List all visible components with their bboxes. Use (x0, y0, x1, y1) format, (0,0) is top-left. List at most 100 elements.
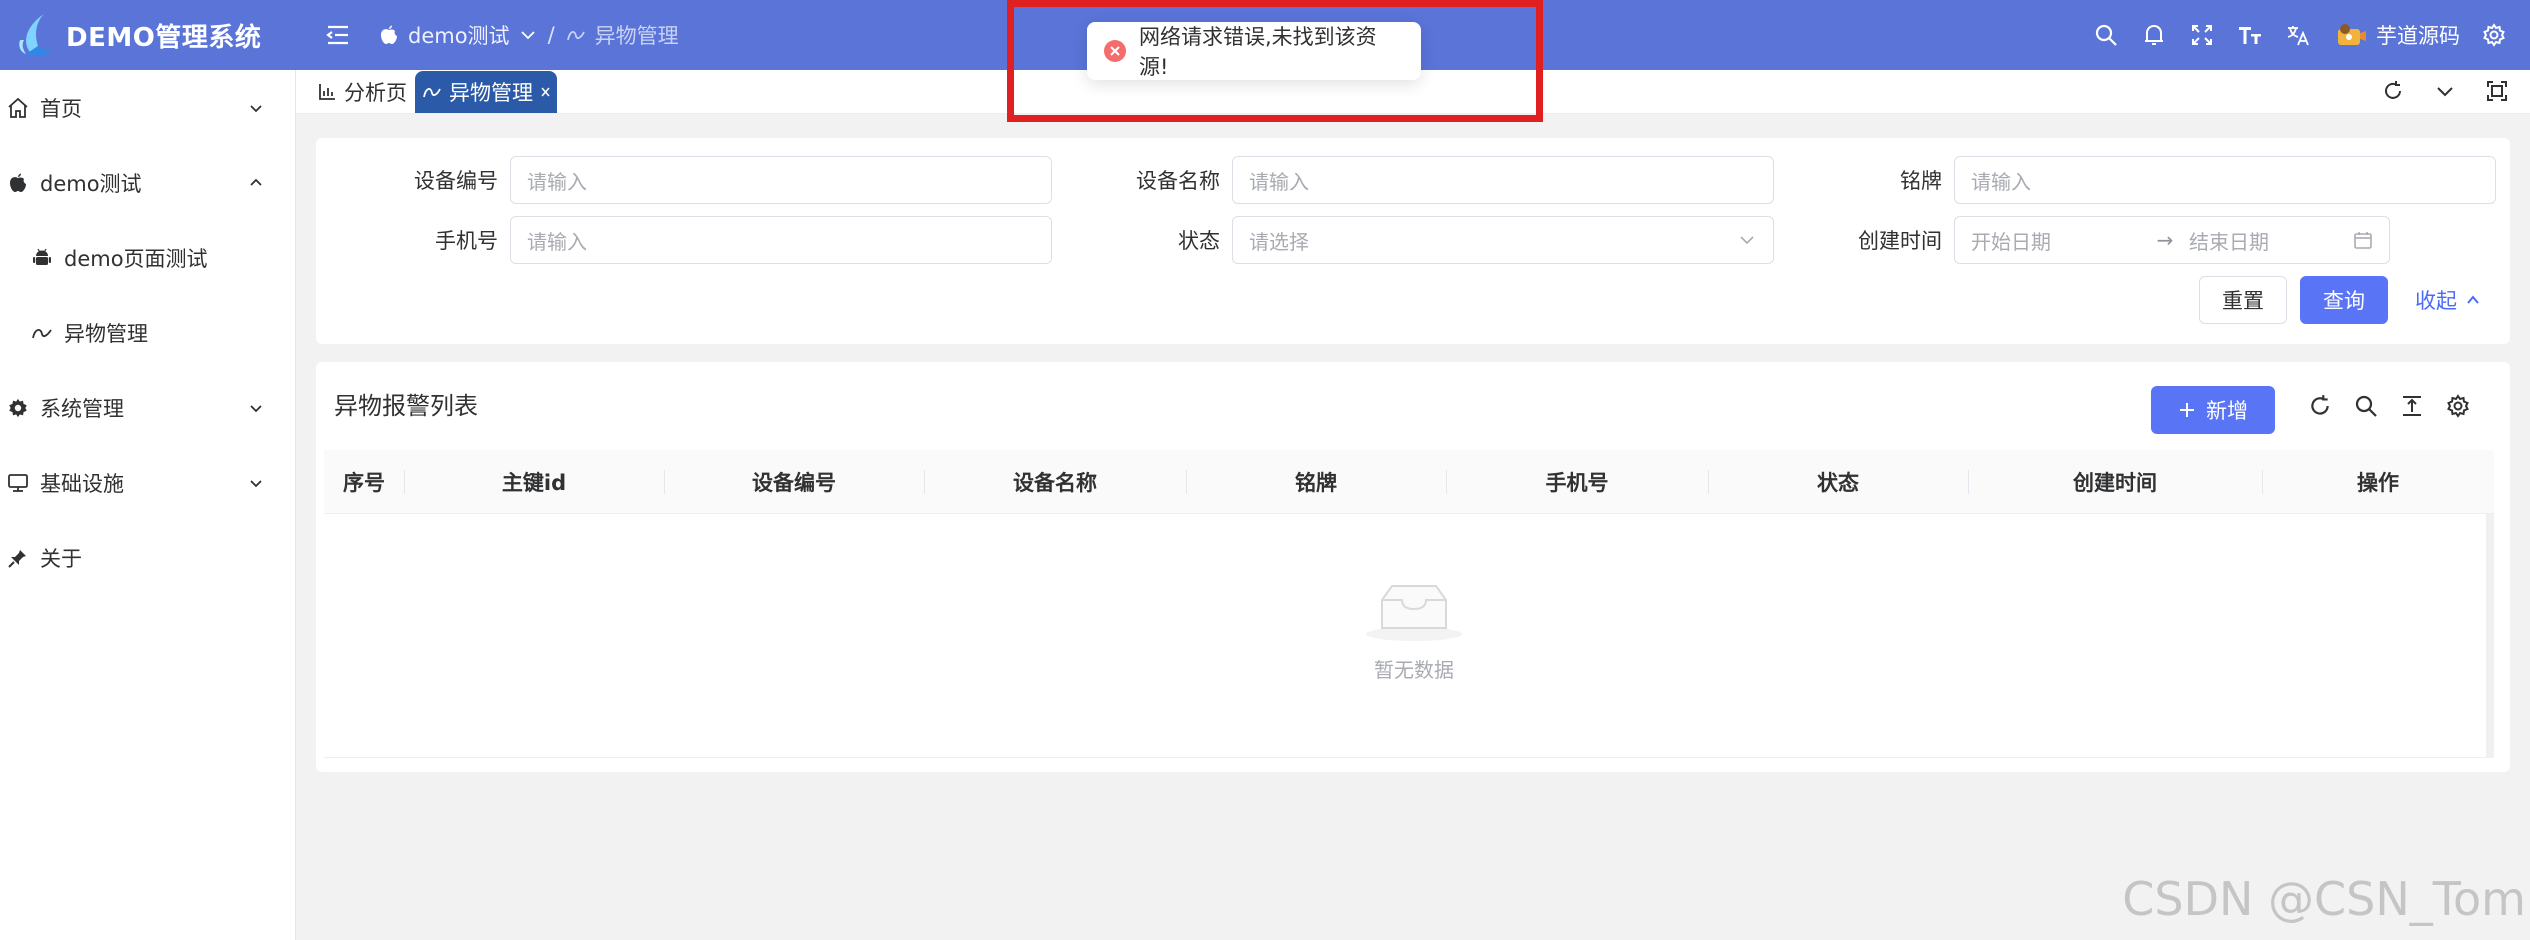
column-header: 状态 (1708, 450, 1968, 514)
watermark: CSDN @CSN_Tom (2122, 872, 2526, 926)
end-date-input[interactable]: 结束日期 (2183, 226, 2333, 255)
range-separator: → (2156, 228, 2174, 252)
tab-analysis[interactable]: 分析页 (310, 71, 415, 113)
table-body: 暂无数据 (324, 514, 2494, 758)
sidebar-item-infra[interactable]: 基础设施 (0, 445, 295, 520)
wave-icon (423, 85, 441, 99)
phone-input[interactable]: 请输入 (510, 216, 1052, 264)
refresh-icon[interactable] (2380, 78, 2406, 104)
column-header: 铭牌 (1186, 450, 1446, 514)
sidebar-item-about[interactable]: 关于 (0, 520, 295, 595)
apple-icon (380, 25, 398, 45)
close-icon[interactable] (541, 85, 551, 99)
start-date-input[interactable]: 开始日期 (1971, 226, 2147, 255)
empty-text: 暂无数据 (1374, 658, 1454, 682)
query-button[interactable]: 查询 (2300, 276, 2388, 324)
table-title: 异物报警列表 (334, 392, 478, 420)
wave-icon (30, 321, 54, 345)
column-header: 设备名称 (924, 450, 1186, 514)
field-phone: 手机号 请输入 (316, 216, 1052, 264)
font-size-icon[interactable] (2236, 21, 2264, 49)
field-create-time: 创建时间 开始日期 → 结束日期 (1762, 216, 2390, 264)
calendar-icon (2353, 230, 2373, 250)
add-label: 新增 (2206, 399, 2248, 423)
plus-icon (2178, 401, 2196, 419)
sidebar-item-demo-page[interactable]: demo页面测试 (0, 220, 295, 295)
field-label: 创建时间 (1858, 229, 1942, 253)
chevron-down-icon[interactable] (2432, 78, 2458, 104)
column-header: 操作 (2262, 450, 2494, 514)
logo[interactable]: DEMO管理系统 (0, 0, 296, 70)
placeholder: 请输入 (1971, 169, 2031, 194)
sidebar-item-system[interactable]: 系统管理 (0, 370, 295, 445)
column-header: 主键id (404, 450, 664, 514)
tabs-toolbar (2380, 69, 2530, 113)
scrollbar[interactable] (2486, 514, 2494, 758)
device-code-input[interactable]: 请输入 (510, 156, 1052, 204)
column-header: 创建时间 (1968, 450, 2262, 514)
placeholder: 请输入 (527, 169, 587, 194)
annotation-highlight-box (1007, 0, 1543, 122)
header-toolbar: 芋道源码 (2092, 20, 2530, 50)
chevron-down-icon (1737, 230, 1757, 250)
wave-icon (566, 28, 585, 42)
breadcrumb-label: 异物管理 (594, 24, 679, 48)
translate-icon[interactable] (2284, 21, 2312, 49)
field-label: 设备名称 (1136, 169, 1220, 193)
sidebar-item-foreign-matter[interactable]: 异物管理 (0, 295, 295, 370)
empty-state: 暂无数据 (1354, 578, 1474, 683)
chevron-down-icon[interactable] (520, 27, 536, 43)
sidebar-item-label: 关于 (40, 546, 82, 571)
breadcrumb-item-demo[interactable]: demo测试 (380, 20, 536, 50)
add-button[interactable]: 新增 (2151, 386, 2275, 434)
sidebar-item-demo[interactable]: demo测试 (0, 145, 295, 220)
tab-label: 分析页 (344, 81, 407, 105)
field-nameplate: 铭牌 请输入 (1762, 156, 2496, 204)
device-name-input[interactable]: 请输入 (1232, 156, 1774, 204)
field-label: 状态 (1178, 229, 1220, 253)
gear-icon[interactable] (2444, 392, 2472, 420)
search-icon[interactable] (2092, 21, 2120, 49)
breadcrumb-separator: / (547, 23, 555, 47)
app-title: DEMO管理系统 (66, 22, 262, 53)
reset-button[interactable]: 重置 (2199, 276, 2287, 324)
gear-icon[interactable] (2480, 21, 2508, 49)
nameplate-input[interactable]: 请输入 (1954, 156, 2496, 204)
sidebar-item-label: 系统管理 (40, 396, 124, 421)
sidebar-item-label: 基础设施 (40, 471, 124, 496)
user-menu[interactable]: 芋道源码 (2336, 20, 2460, 50)
monitor-icon (6, 471, 30, 495)
refresh-icon[interactable] (2306, 392, 2334, 420)
gear-icon (6, 396, 30, 420)
chevron-down-icon (247, 399, 265, 417)
column-header: 序号 (343, 471, 385, 495)
search-form: 设备编号 请输入 设备名称 请输入 铭牌 请输入 手机号 请输入 状态 请选择 … (316, 138, 2510, 344)
user-name: 芋道源码 (2376, 24, 2460, 48)
column-header: 设备编号 (664, 450, 924, 514)
placeholder: 请输入 (527, 229, 587, 254)
date-range-picker[interactable]: 开始日期 → 结束日期 (1954, 216, 2390, 264)
maximize-icon[interactable] (2484, 78, 2510, 104)
fullscreen-icon[interactable] (2188, 21, 2216, 49)
sidebar-item-home[interactable]: 首页 (0, 70, 295, 145)
sidebar: 首页 demo测试 demo页面测试 异物管理 系统管理 基础设施 关于 (0, 70, 296, 940)
chevron-up-icon (247, 174, 265, 192)
field-label: 手机号 (435, 229, 498, 253)
field-status: 状态 请选择 (1040, 216, 1774, 264)
collapse-label: 收起 (2415, 289, 2457, 313)
sidebar-item-label: demo页面测试 (64, 246, 208, 271)
menu-collapse-icon[interactable] (318, 15, 358, 55)
sidebar-item-label: 首页 (40, 96, 82, 121)
chevron-up-icon (2465, 292, 2481, 308)
search-icon[interactable] (2352, 392, 2380, 420)
collapse-button[interactable]: 收起 (2408, 276, 2488, 324)
table-card: 异物报警列表 新增 序号 主键id 设备编号 设备名称 铭牌 手机号 状态 创建… (316, 362, 2510, 772)
placeholder: 请选择 (1249, 229, 1309, 254)
tab-foreign-matter[interactable]: 异物管理 (415, 71, 557, 113)
chevron-down-icon (247, 99, 265, 117)
bell-icon[interactable] (2140, 21, 2168, 49)
status-select[interactable]: 请选择 (1232, 216, 1774, 264)
pin-icon (6, 546, 30, 570)
column-header: 手机号 (1446, 450, 1708, 514)
column-height-icon[interactable] (2398, 392, 2426, 420)
